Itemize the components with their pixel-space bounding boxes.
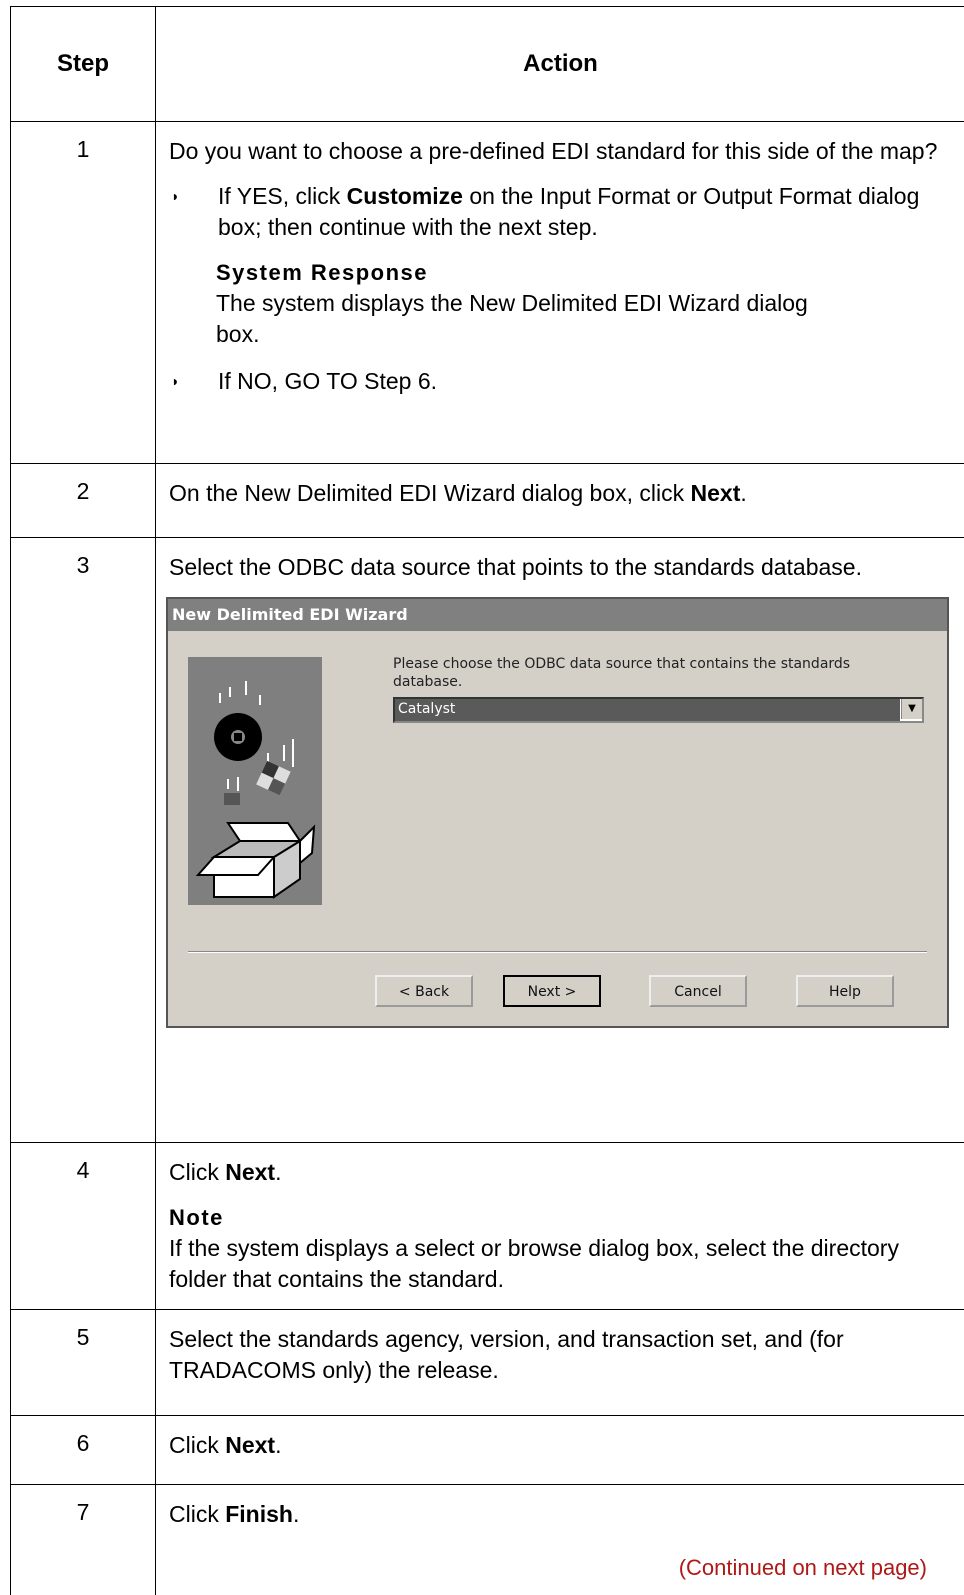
step-number: 1: [11, 122, 156, 464]
step-action: Select the ODBC data source that points …: [156, 538, 964, 1143]
table-row: 2 On the New Delimited EDI Wizard dialog…: [11, 464, 964, 538]
dialog-title: New Delimited EDI Wizard: [168, 599, 947, 631]
wizard-dialog-screenshot: New Delimited EDI Wizard: [166, 597, 949, 1028]
system-response-heading: System Response: [216, 257, 957, 288]
help-button[interactable]: Help: [796, 975, 894, 1007]
bullet-icon: ◗: [169, 181, 218, 243]
step-number: 5: [11, 1310, 156, 1416]
step-number: 6: [11, 1416, 156, 1485]
table-header-row: Step Action: [11, 7, 964, 122]
continued-note: (Continued on next page): [169, 1552, 957, 1583]
step-number: 2: [11, 464, 156, 538]
chevron-down-icon[interactable]: ▼: [901, 699, 922, 719]
cancel-button[interactable]: Cancel: [649, 975, 747, 1007]
step-column-header: Step: [11, 7, 156, 122]
step-text: Click Finish.: [169, 1499, 957, 1530]
list-item: ◗ If NO, GO TO Step 6.: [169, 366, 957, 397]
dialog-prompt: Please choose the ODBC data source that …: [393, 655, 913, 691]
step-action: Do you want to choose a pre-defined EDI …: [156, 122, 964, 464]
table-row: 1 Do you want to choose a pre-defined ED…: [11, 122, 964, 464]
step-text: Do you want to choose a pre-defined EDI …: [169, 136, 957, 167]
table-row: 4 Click Next. Note If the system display…: [11, 1143, 964, 1310]
step-text: Click Next.: [169, 1157, 957, 1188]
note-text: If the system displays a select or brows…: [169, 1233, 957, 1295]
step-text: Select the ODBC data source that points …: [169, 552, 869, 583]
divider: [188, 951, 927, 953]
steps-table: Step Action 1 Do you want to choose a pr…: [10, 6, 964, 1595]
step-action: Select the standards agency, version, an…: [156, 1310, 964, 1416]
step-action: Click Next.: [156, 1416, 964, 1485]
note-heading: Note: [169, 1202, 957, 1233]
next-button[interactable]: Next >: [503, 975, 601, 1007]
step-number: 3: [11, 538, 156, 1143]
table-row: 3 Select the ODBC data source that point…: [11, 538, 964, 1143]
wizard-illustration-icon: [188, 657, 322, 905]
table-row: 6 Click Next.: [11, 1416, 964, 1485]
table-row: 5 Select the standards agency, version, …: [11, 1310, 964, 1416]
step-number: 7: [11, 1485, 156, 1595]
selected-source: Catalyst: [395, 699, 900, 721]
system-response: System Response The system displays the …: [216, 257, 957, 350]
back-button[interactable]: < Back: [375, 975, 473, 1007]
bullet-icon: ◗: [169, 366, 218, 397]
bullet-text: If NO, GO TO Step 6.: [218, 366, 437, 397]
odbc-source-select[interactable]: Catalyst ▼: [393, 697, 924, 723]
step-action: On the New Delimited EDI Wizard dialog b…: [156, 464, 964, 538]
system-response-text: The system displays the New Delimited ED…: [216, 288, 856, 350]
table-row: 7 Click Finish. (Continued on next page): [11, 1485, 964, 1595]
bullet-text: If YES, click Customize on the Input For…: [218, 181, 957, 243]
list-item: ◗ If YES, click Customize on the Input F…: [169, 181, 957, 243]
step-action: Click Finish. (Continued on next page): [156, 1485, 964, 1595]
action-column-header: Action: [156, 7, 964, 122]
step-action: Click Next. Note If the system displays …: [156, 1143, 964, 1310]
step-number: 4: [11, 1143, 156, 1310]
